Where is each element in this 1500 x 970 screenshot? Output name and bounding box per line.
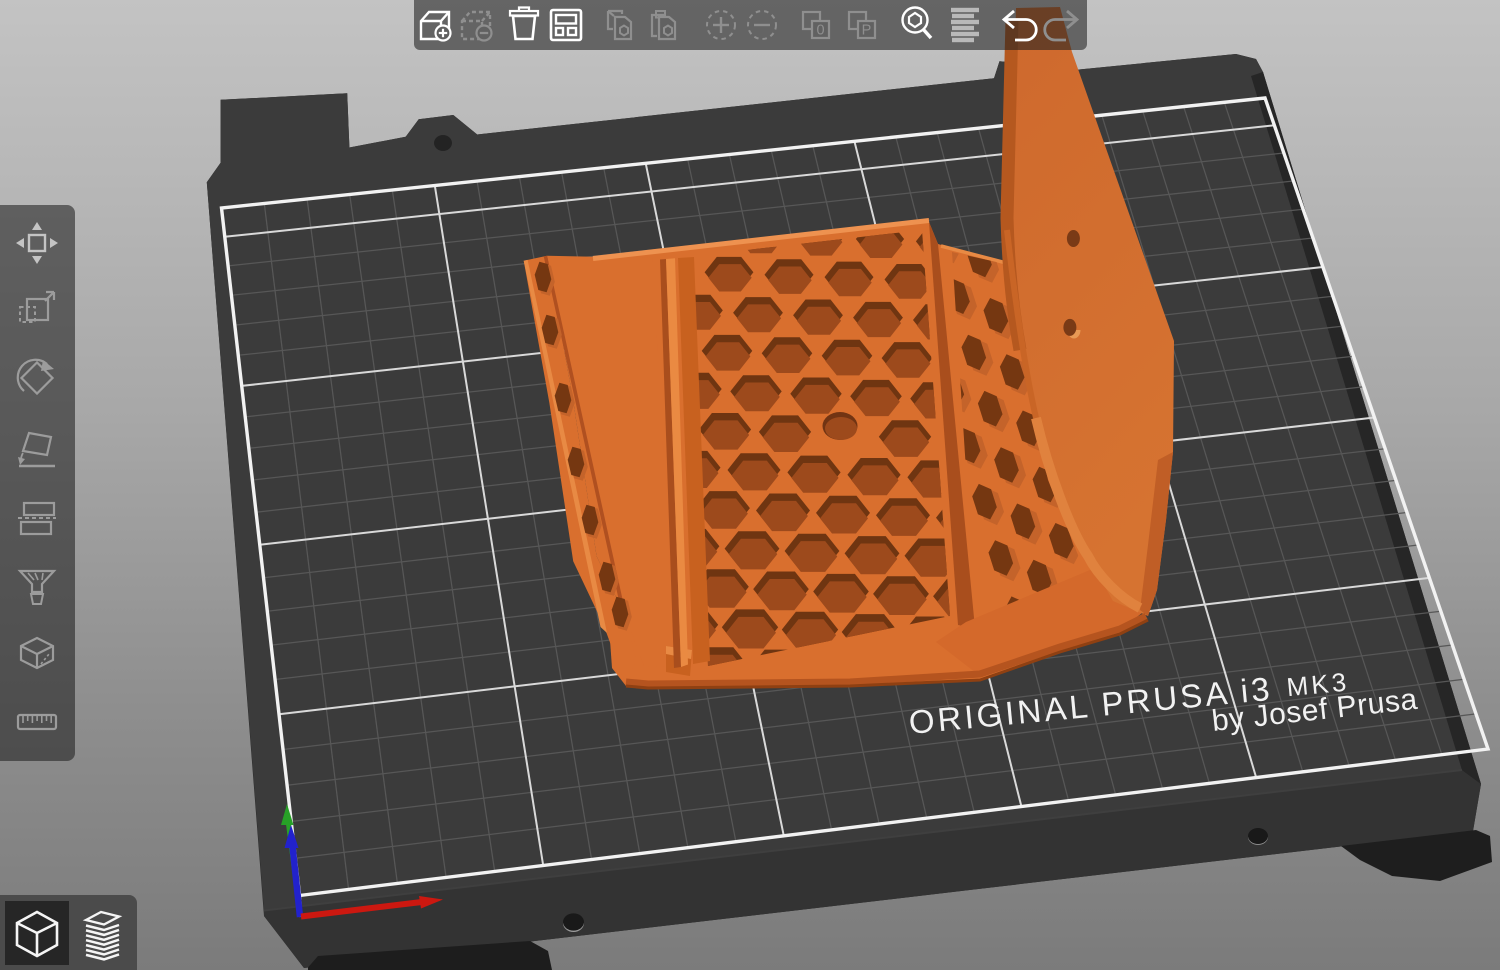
svg-text:P: P: [862, 23, 872, 39]
svg-text:0: 0: [816, 23, 824, 39]
